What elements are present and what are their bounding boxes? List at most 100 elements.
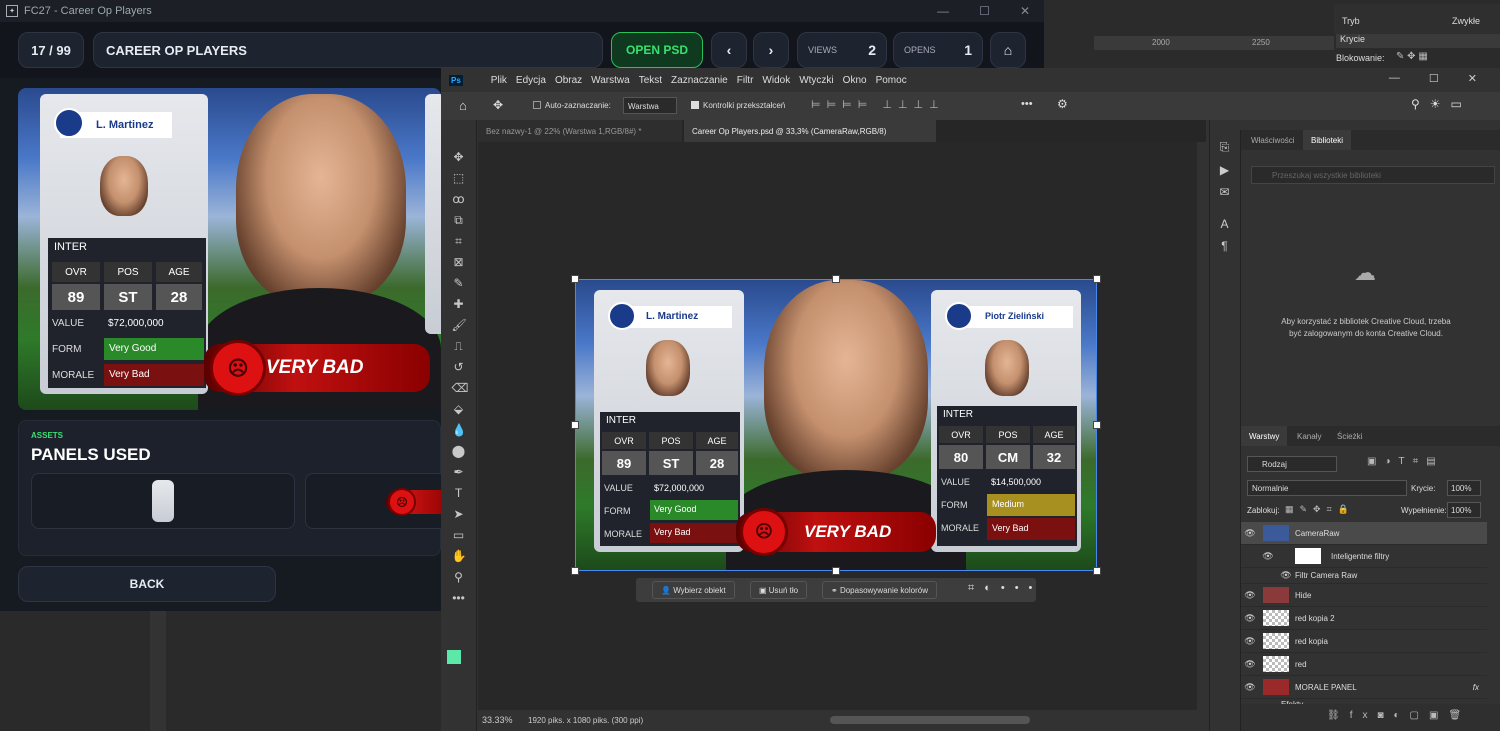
maximize-icon[interactable]: ☐: [979, 4, 990, 18]
ps-close-icon[interactable]: ✕: [1468, 72, 1477, 85]
transform-checkbox[interactable]: [691, 101, 699, 109]
layer-red-copy-2[interactable]: 👁 red kopia 2: [1241, 607, 1487, 630]
asset-tile-card[interactable]: [31, 473, 295, 529]
menu-item[interactable]: Pomoc: [876, 75, 907, 86]
transform-handle[interactable]: [1093, 567, 1101, 575]
brush-tool-icon[interactable]: 🖌: [452, 318, 467, 332]
library-search-input[interactable]: Przeszukaj wszystkie biblioteki: [1251, 166, 1495, 184]
move-tool-icon[interactable]: ✥: [493, 98, 503, 112]
crop-tool-icon[interactable]: ⌗: [452, 234, 466, 248]
remove-bg-button[interactable]: ▣ Usuń tło: [750, 581, 808, 599]
shape-tool-icon[interactable]: ▭: [452, 528, 466, 542]
more-icon[interactable]: •••: [1021, 98, 1033, 110]
back-button[interactable]: BACK: [18, 566, 276, 602]
hand-tool-icon[interactable]: ✋: [452, 549, 467, 563]
menu-item[interactable]: Zaznaczanie: [671, 75, 728, 86]
menu-item[interactable]: Tekst: [639, 75, 662, 86]
marquee-tool-icon[interactable]: ⬚: [452, 171, 466, 185]
character-icon[interactable]: A: [1210, 217, 1239, 231]
transform-handle[interactable]: [832, 567, 840, 575]
open-psd-button[interactable]: OPEN PSD: [611, 32, 703, 68]
more-tools-icon[interactable]: •••: [452, 591, 466, 605]
top-opacity[interactable]: Krycie: [1336, 34, 1500, 48]
zoom-level[interactable]: 33.33%: [482, 715, 513, 725]
home-icon-ps[interactable]: ⌂: [459, 98, 467, 113]
asset-tile-morale[interactable]: ☹: [305, 473, 442, 529]
layer-select-dropdown[interactable]: Warstwa: [623, 97, 677, 114]
layer-cameraraw[interactable]: 👁 CameraRaw: [1241, 522, 1487, 545]
frame-tool-icon[interactable]: ⊠: [452, 255, 466, 269]
visibility-eye-icon[interactable]: 👁: [1241, 659, 1259, 670]
search-light-layout-icons[interactable]: ⚲☀▭: [1411, 97, 1472, 111]
history-icon[interactable]: ⎘: [1210, 140, 1239, 155]
layer-morale-panel[interactable]: 👁 MORALE PANEL fx: [1241, 676, 1487, 699]
transform-handle[interactable]: [1093, 421, 1101, 429]
prev-button[interactable]: ‹: [711, 32, 747, 68]
transform-handle[interactable]: [571, 567, 579, 575]
lasso-tool-icon[interactable]: ꝏ: [452, 192, 466, 206]
object-select-icon[interactable]: ⧉: [452, 213, 466, 227]
visibility-eye-icon[interactable]: 👁: [1241, 590, 1259, 601]
horizontal-scrollbar[interactable]: [830, 716, 1030, 724]
foreground-color[interactable]: [447, 650, 461, 664]
menu-item[interactable]: Edycja: [516, 75, 546, 86]
comments-icon[interactable]: ✉: [1210, 185, 1239, 199]
opacity-input[interactable]: 100%: [1447, 480, 1481, 496]
visibility-eye-icon[interactable]: 👁: [1259, 551, 1277, 562]
filter-icons[interactable]: ▣◑T⌗▤: [1367, 456, 1444, 467]
tab-untitled[interactable]: Bez nazwy-1 @ 22% (Warstwa 1,RGB/8#) *: [478, 120, 682, 142]
move-tool-icon[interactable]: ✥: [452, 150, 466, 164]
layer-red-copy[interactable]: 👁 red kopia: [1241, 630, 1487, 653]
zoom-tool-icon[interactable]: ⚲: [452, 570, 466, 584]
pen-tool-icon[interactable]: ✒: [452, 465, 466, 479]
layer-smart-filters[interactable]: 👁 Inteligentne filtry: [1241, 545, 1487, 568]
tab-layers[interactable]: Warstwy: [1241, 426, 1288, 446]
menu-item[interactable]: Okno: [843, 75, 867, 86]
lock-icons[interactable]: ✎ ✥ ▦: [1396, 51, 1428, 62]
transform-handle[interactable]: [571, 421, 579, 429]
align-icons[interactable]: ⊨⊨⊨⊨ ⊥⊥⊥⊥: [811, 98, 945, 111]
visibility-eye-icon[interactable]: 👁: [1241, 613, 1259, 624]
layer-red[interactable]: 👁 red: [1241, 653, 1487, 676]
path-select-icon[interactable]: ➤: [452, 507, 466, 521]
mode-value[interactable]: Zwykłe: [1452, 16, 1480, 26]
actions-icon[interactable]: ▶: [1210, 163, 1239, 177]
transform-handle[interactable]: [1093, 275, 1101, 283]
auto-select-checkbox[interactable]: [533, 101, 541, 109]
layer-camera-raw-filter[interactable]: 👁 Filtr Camera Raw: [1241, 568, 1487, 584]
visibility-eye-icon[interactable]: 👁: [1241, 636, 1259, 647]
menu-item[interactable]: Wtyczki: [799, 75, 833, 86]
layers-footer-icons[interactable]: ⛓fx◙◐▢▣🗑: [1241, 704, 1500, 731]
transform-handle[interactable]: [832, 275, 840, 283]
ctx-extra-icons[interactable]: ⌗◐•••: [968, 582, 1042, 595]
fx-icon[interactable]: fx: [1473, 683, 1479, 692]
minimize-icon[interactable]: —: [937, 4, 949, 18]
stamp-tool-icon[interactable]: ⎍: [452, 339, 466, 353]
document-canvas[interactable]: L. Martinez INTER OVR POS AGE 89 ST 28 V…: [575, 279, 1097, 571]
blur-tool-icon[interactable]: 💧: [452, 423, 467, 437]
menu-item[interactable]: Obraz: [555, 75, 582, 86]
kind-filter[interactable]: Rodzaj: [1247, 456, 1337, 472]
lock-icons-layers[interactable]: ▦✎✥⌗🔒: [1285, 504, 1355, 515]
home-button[interactable]: ⌂: [990, 32, 1026, 68]
paragraph-icon[interactable]: ¶: [1210, 239, 1239, 253]
history-brush-icon[interactable]: ↺: [452, 360, 466, 374]
menu-item[interactable]: Filtr: [737, 75, 754, 86]
ps-maximize-icon[interactable]: ☐: [1429, 72, 1439, 85]
next-button[interactable]: ›: [753, 32, 789, 68]
eyedropper-icon[interactable]: ✎: [452, 276, 466, 290]
select-subject-button[interactable]: 👤 Wybierz obiekt: [652, 581, 735, 599]
tab-libraries[interactable]: Biblioteki: [1303, 130, 1352, 150]
menu-item[interactable]: Widok: [762, 75, 790, 86]
healing-brush-icon[interactable]: ✚: [452, 297, 466, 311]
tab-channels[interactable]: Kanały: [1297, 432, 1321, 441]
layer-hide[interactable]: 👁 Hide: [1241, 584, 1487, 607]
blend-mode-select[interactable]: Normalnie: [1247, 480, 1407, 496]
menu-item[interactable]: Plik: [491, 75, 507, 86]
visibility-eye-icon[interactable]: 👁: [1241, 528, 1259, 539]
fill-input[interactable]: 100%: [1447, 502, 1481, 518]
eraser-icon[interactable]: ⌫: [452, 381, 469, 395]
bucket-icon[interactable]: ⬙: [452, 402, 466, 416]
color-match-button[interactable]: ⚭ Dopasowywanie kolorów: [822, 581, 937, 599]
visibility-eye-icon[interactable]: 👁: [1277, 570, 1295, 581]
